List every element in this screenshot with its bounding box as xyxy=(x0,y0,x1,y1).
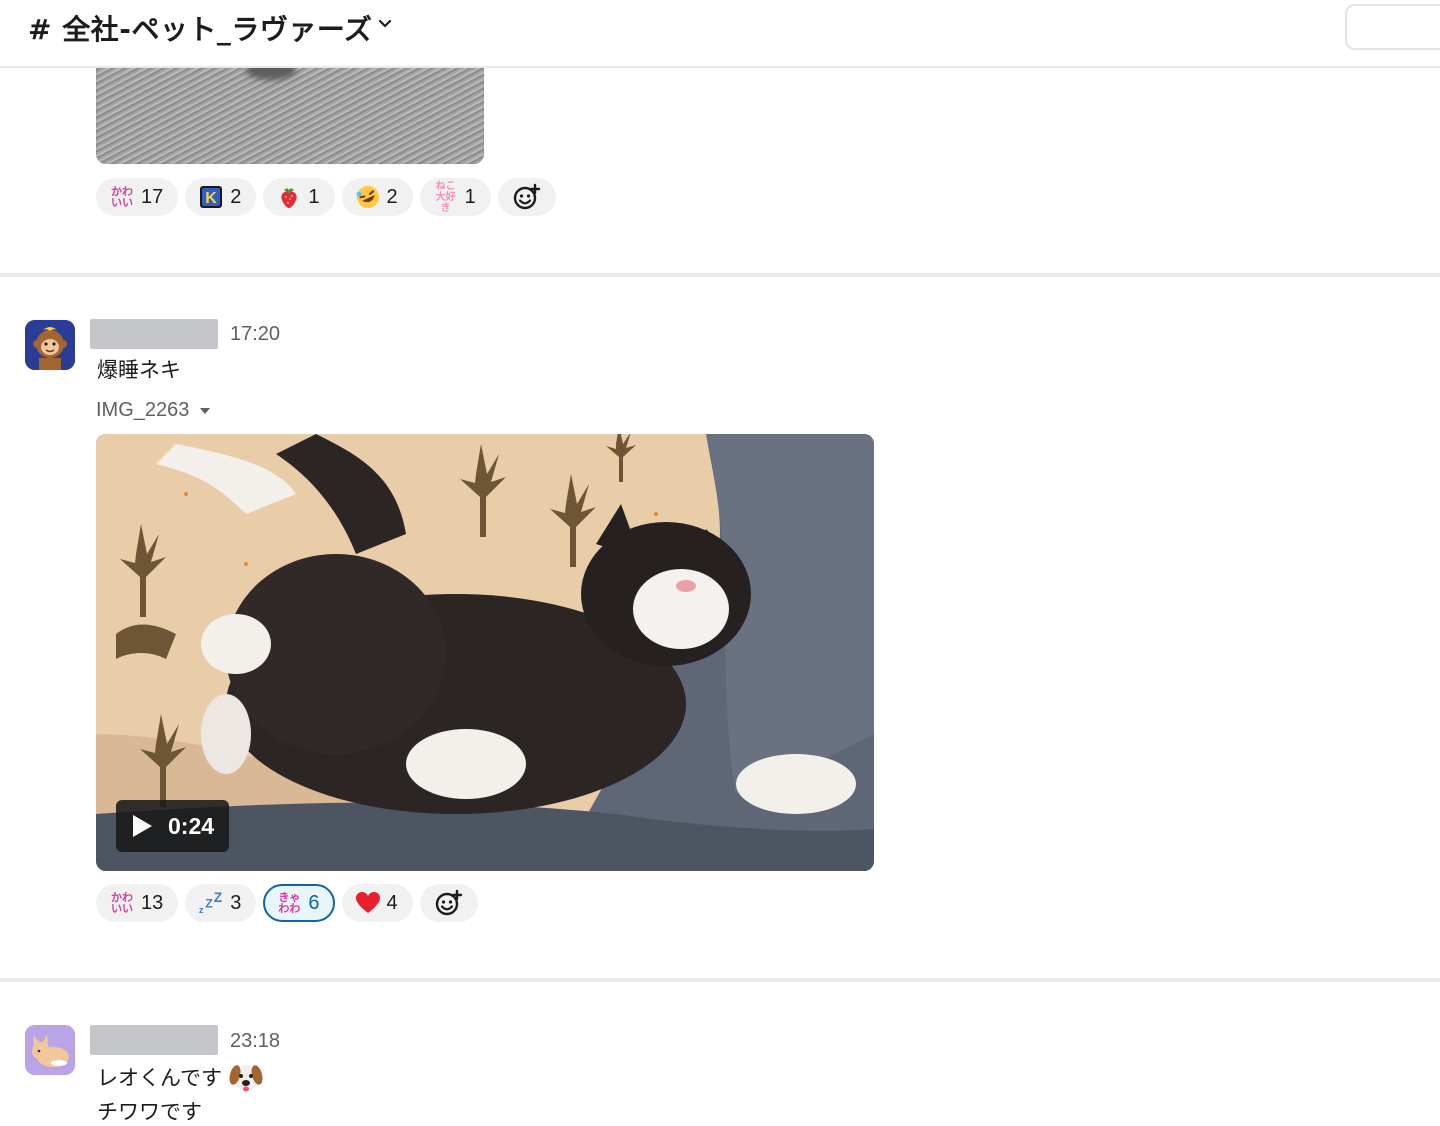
reaction-count: 1 xyxy=(308,185,320,208)
kyawawa-text-emoji: きゃわわ xyxy=(278,891,301,915)
avatar[interactable] xyxy=(25,1025,75,1075)
strawberry-icon xyxy=(276,184,302,210)
message-divider xyxy=(0,978,1440,982)
reaction-count: 2 xyxy=(386,185,398,208)
reaction-count: 3 xyxy=(230,891,242,914)
neko-daisuki-text-emoji: ねこ大好き xyxy=(435,180,456,214)
rofl-icon xyxy=(355,184,381,210)
reaction-bar: かわいい 17 K 2 1 2 ねこ大好き 1 xyxy=(96,178,556,216)
svg-text:z: z xyxy=(199,905,204,915)
message-line: レオくんです xyxy=(97,1066,222,1090)
reaction-neko-daisuki[interactable]: ねこ大好き 1 xyxy=(419,178,491,216)
reaction-kawaii[interactable]: かわいい 17 xyxy=(96,178,179,216)
heart-icon xyxy=(355,890,381,916)
message-timestamp[interactable]: 23:18 xyxy=(230,1030,280,1053)
add-reaction-button[interactable] xyxy=(497,178,556,216)
svg-text:Z: Z xyxy=(206,897,214,911)
svg-text:Z: Z xyxy=(214,890,223,905)
zzz-icon: z Z Z xyxy=(198,890,224,916)
kawaii-text-emoji: かわいい xyxy=(111,891,133,915)
message-text: 爆睡ネキ xyxy=(97,358,181,382)
reaction-count: 6 xyxy=(308,891,320,914)
play-icon xyxy=(133,815,152,837)
chevron-down-icon[interactable] xyxy=(378,17,392,31)
reaction-count: 4 xyxy=(386,891,398,914)
reaction-kyawawa[interactable]: きゃわわ 6 xyxy=(263,884,335,922)
add-emoji-icon xyxy=(513,183,540,210)
channel-header: # 全社-ペット_ラヴァーズ xyxy=(0,0,1440,68)
kawaii-text-emoji: かわいい xyxy=(111,185,133,209)
message-text: レオくんです xyxy=(97,1060,264,1094)
reaction-heart[interactable]: 4 xyxy=(341,884,413,922)
reaction-rofl[interactable]: 2 xyxy=(341,178,413,216)
video-play-badge[interactable]: 0:24 xyxy=(116,800,229,852)
author-name-redacted[interactable] xyxy=(90,1025,218,1055)
reaction-count: 1 xyxy=(464,185,476,208)
caret-down-icon xyxy=(200,407,211,414)
svg-text:K: K xyxy=(205,190,217,207)
reaction-count: 17 xyxy=(141,185,164,208)
channel-title[interactable]: # 全社-ペット_ラヴァーズ xyxy=(28,8,372,48)
file-title[interactable]: IMG_2263 xyxy=(96,399,211,422)
message-divider xyxy=(0,273,1440,277)
reaction-k-logo[interactable]: K 2 xyxy=(185,178,257,216)
header-action-box[interactable] xyxy=(1345,4,1440,50)
message-line: チワワです xyxy=(97,1100,202,1124)
author-name-redacted[interactable] xyxy=(90,319,218,349)
reaction-kawaii[interactable]: かわいい 13 xyxy=(96,884,179,922)
add-emoji-icon xyxy=(435,889,462,916)
reaction-count: 2 xyxy=(230,185,242,208)
reaction-bar: かわいい 13 z Z Z 3 きゃわわ 6 4 xyxy=(96,884,478,922)
k-logo-icon: K xyxy=(198,184,224,210)
avatar[interactable] xyxy=(25,320,75,370)
dog-face-icon xyxy=(229,1065,263,1092)
reaction-zzz[interactable]: z Z Z 3 xyxy=(185,884,257,922)
video-duration: 0:24 xyxy=(168,812,215,839)
message-timestamp[interactable]: 17:20 xyxy=(230,323,280,346)
file-name: IMG_2263 xyxy=(96,399,190,421)
add-reaction-button[interactable] xyxy=(419,884,478,922)
reaction-count: 13 xyxy=(141,891,164,914)
reaction-strawberry[interactable]: 1 xyxy=(263,178,335,216)
